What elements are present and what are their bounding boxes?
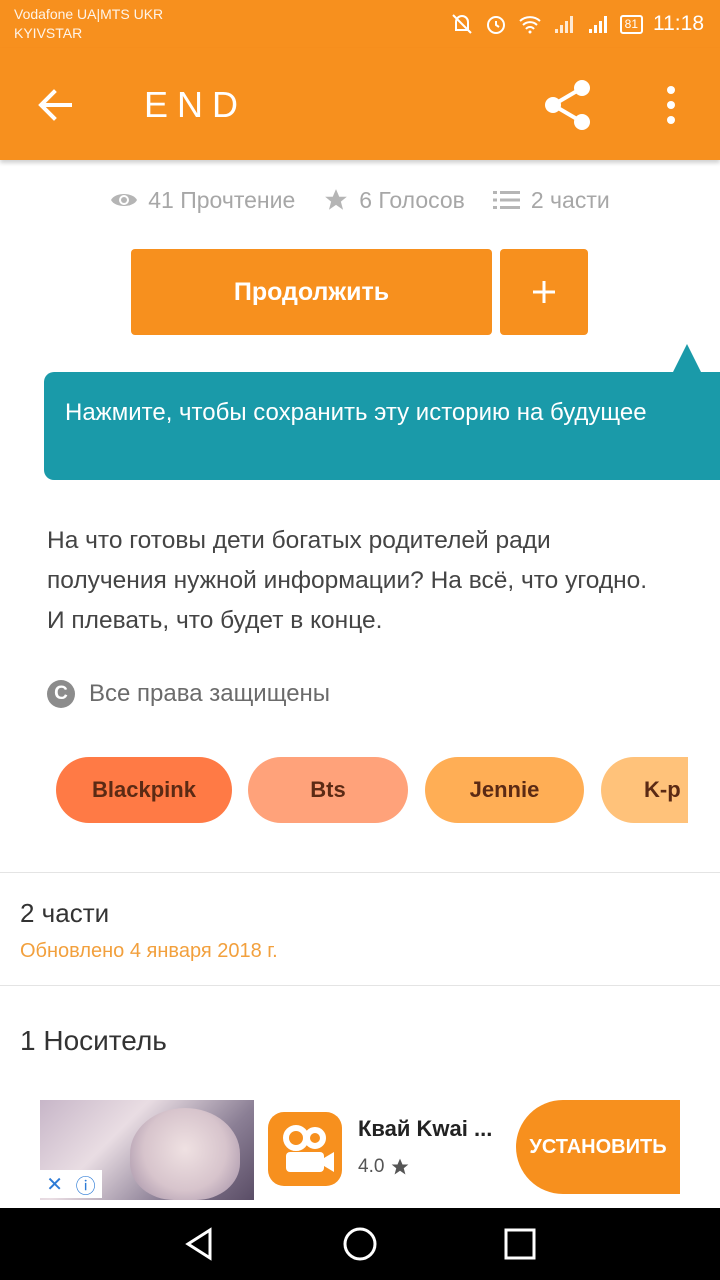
updated-date: Обновлено 4 января 2018 г. bbox=[20, 940, 278, 962]
clock: 11:18 bbox=[653, 12, 704, 35]
tag-label: Blackpink bbox=[92, 777, 196, 802]
copyright-text: Все права защищены bbox=[89, 680, 331, 707]
tags-list: Blackpink Bts Jennie K-p bbox=[56, 757, 688, 825]
star-icon bbox=[392, 1158, 409, 1175]
tag-label: K-p bbox=[644, 777, 681, 802]
share-button[interactable] bbox=[538, 76, 598, 134]
alarm-icon bbox=[484, 12, 508, 36]
plus-icon bbox=[533, 281, 555, 303]
copyright-info: C Все права защищены bbox=[47, 680, 330, 708]
story-stats: 41 Прочтение 6 Голосов 2 части bbox=[0, 180, 720, 220]
wifi-icon bbox=[518, 12, 542, 36]
story-description: На что готовы дети богатых родителей рад… bbox=[47, 527, 648, 634]
tag-chip[interactable]: Bts bbox=[248, 757, 408, 823]
triangle-back-icon bbox=[185, 1227, 212, 1261]
share-icon bbox=[545, 80, 590, 130]
tag-label: Jennie bbox=[469, 777, 540, 802]
carrier-line-1: Vodafone UA|MTS UKR bbox=[14, 6, 164, 22]
status-bar: Vodafone UA|MTS UKR KYIVSTAR 81 11:18 bbox=[0, 0, 720, 48]
reads-count: 41 Прочтение bbox=[148, 186, 296, 213]
divider bbox=[0, 872, 720, 873]
nav-back-button[interactable] bbox=[178, 1222, 222, 1266]
eye-icon bbox=[111, 194, 138, 206]
install-button[interactable]: УСТАНОВИТЬ bbox=[516, 1100, 680, 1194]
tooltip-arrow bbox=[672, 344, 702, 374]
app-bar: END bbox=[0, 48, 720, 160]
nav-home-button[interactable] bbox=[338, 1222, 382, 1266]
parts-count: 2 части bbox=[530, 186, 610, 213]
square-recents-icon bbox=[504, 1228, 536, 1260]
signal-icon-2 bbox=[586, 12, 610, 36]
nav-recents-button[interactable] bbox=[498, 1222, 542, 1266]
back-arrow-icon bbox=[38, 89, 72, 121]
votes-count: 6 Голосов bbox=[359, 186, 465, 213]
story-title: END bbox=[144, 84, 248, 125]
divider bbox=[0, 985, 720, 986]
ad-rating-value: 4.0 bbox=[358, 1156, 385, 1177]
signal-icon-1 bbox=[552, 12, 576, 36]
back-button[interactable] bbox=[30, 80, 80, 130]
parts-title[interactable]: 2 части bbox=[20, 898, 109, 929]
save-story-tooltip[interactable]: Нажмите, чтобы сохранить эту историю на … bbox=[44, 372, 720, 480]
ad-app-name: Квай Kwai ... bbox=[358, 1116, 493, 1141]
kwai-app-icon bbox=[268, 1112, 342, 1186]
mute-icon bbox=[450, 12, 474, 36]
continue-reading-button[interactable]: Продолжить bbox=[131, 249, 492, 335]
add-to-library-button[interactable] bbox=[500, 249, 588, 335]
reads-stat: 41 Прочтение bbox=[110, 187, 295, 214]
more-vertical-icon bbox=[667, 86, 675, 124]
info-icon[interactable]: ⓘ bbox=[76, 1170, 96, 1199]
system-nav-bar bbox=[0, 1208, 720, 1280]
parts-stat: 2 части bbox=[492, 186, 610, 214]
close-icon[interactable]: ✕ bbox=[46, 1172, 63, 1197]
votes-stat: 6 Голосов bbox=[323, 187, 465, 214]
battery-icon: 81 bbox=[619, 14, 643, 34]
status-icons: 81 11:18 bbox=[450, 8, 704, 40]
list-icon bbox=[492, 191, 520, 209]
tag-chip[interactable]: Jennie bbox=[425, 757, 584, 823]
chapter-item[interactable]: 1 Носитель bbox=[20, 1025, 167, 1057]
ad-banner[interactable]: ✕ ⓘ Квай Kwai ... 4.0 УСТАНОВИТЬ bbox=[40, 1100, 680, 1200]
ad-rating: 4.0 bbox=[358, 1156, 410, 1178]
tag-chip[interactable]: Blackpink bbox=[56, 757, 232, 823]
tag-chip[interactable]: K-p bbox=[601, 757, 688, 823]
carrier-info: Vodafone UA|MTS UKR KYIVSTAR bbox=[14, 5, 163, 43]
carrier-line-2: KYIVSTAR bbox=[14, 25, 83, 41]
more-options-button[interactable] bbox=[650, 80, 692, 130]
tag-label: Bts bbox=[310, 777, 346, 802]
ad-choices-badge[interactable]: ✕ ⓘ bbox=[40, 1170, 102, 1198]
star-icon bbox=[325, 189, 348, 210]
ad-photo-face bbox=[130, 1108, 240, 1200]
copyright-icon: C bbox=[47, 680, 75, 708]
circle-home-icon bbox=[343, 1227, 377, 1261]
